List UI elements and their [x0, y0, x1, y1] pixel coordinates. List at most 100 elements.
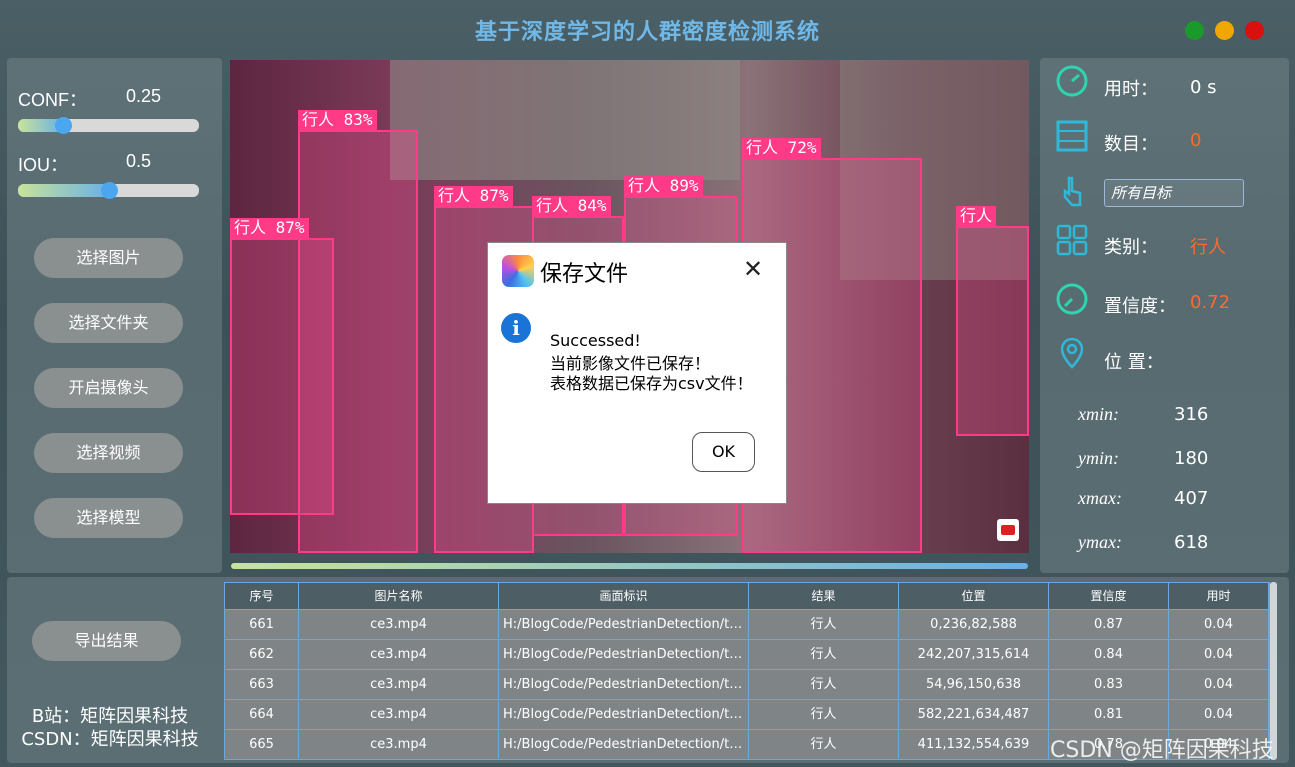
- iou-slider-fill: [18, 184, 109, 197]
- row-frame-id: H:/BlogCode/PedestrianDetection/te...: [499, 730, 749, 759]
- row-time: 0.04: [1169, 610, 1269, 639]
- table-row[interactable]: 661 ce3.mp4 H:/BlogCode/PedestrianDetectio…: [225, 609, 1269, 639]
- background-building: [390, 60, 740, 180]
- xmin-label: xmin:: [1078, 404, 1119, 424]
- xmax-value: 407: [1174, 488, 1209, 509]
- row-image-name: ce3.mp4: [299, 670, 499, 699]
- row-confidence: 0.83: [1049, 670, 1169, 699]
- frame-id-header[interactable]: 画面标识: [499, 583, 749, 609]
- confidence-value: 0.72: [1190, 292, 1231, 313]
- row-time: 0.04: [1169, 700, 1269, 729]
- select-folder-button[interactable]: 选择文件夹: [34, 303, 183, 343]
- row-image-name: ce3.mp4: [299, 730, 499, 759]
- confidence-header[interactable]: 置信度: [1049, 583, 1169, 609]
- image-name-header[interactable]: 图片名称: [299, 583, 499, 609]
- row-position: 0,236,82,588: [899, 610, 1049, 639]
- time-value: 0 s: [1190, 77, 1217, 98]
- row-result: 行人: [749, 670, 899, 699]
- row-confidence: 0.81: [1049, 700, 1169, 729]
- row-time: 0.04: [1169, 670, 1269, 699]
- row-frame-id: H:/BlogCode/PedestrianDetection/te...: [499, 640, 749, 669]
- save-file-dialog: 保存文件 ✕ i Successed! 当前影像文件已保存！ 表格数据已保存为c…: [487, 242, 787, 504]
- close-window-button[interactable]: [1245, 21, 1264, 40]
- row-position: 411,132,554,639: [899, 730, 1049, 759]
- position-header[interactable]: 位置: [899, 583, 1049, 609]
- app-title: 基于深度学习的人群密度检测系统: [474, 19, 820, 45]
- conf-label: CONF：: [18, 90, 87, 110]
- count-label: 数目：: [1104, 134, 1158, 155]
- xmax-label: xmax:: [1078, 488, 1122, 508]
- count-value: 0: [1190, 130, 1202, 151]
- iou-value: 0.5: [126, 151, 152, 171]
- detection-label: 行人 87%: [230, 218, 309, 238]
- row-position: 242,207,315,614: [899, 640, 1049, 669]
- abacus-icon: [1056, 120, 1088, 152]
- info-icon: i: [501, 313, 531, 343]
- row-index: 665: [225, 730, 299, 759]
- row-position: 582,221,634,487: [899, 700, 1049, 729]
- iou-label: IOU：: [18, 155, 69, 175]
- target-filter-select[interactable]: 所有目标: [1104, 179, 1244, 207]
- maximize-button[interactable]: [1185, 21, 1204, 40]
- open-camera-button[interactable]: 开启摄像头: [34, 368, 183, 408]
- dialog-message-line1: Successed!: [550, 331, 641, 350]
- table-row[interactable]: 663 ce3.mp4 H:/BlogCode/PedestrianDetectio…: [225, 669, 1269, 699]
- row-result: 行人: [749, 640, 899, 669]
- dialog-title: 保存文件: [540, 262, 629, 287]
- row-frame-id: H:/BlogCode/PedestrianDetection/te...: [499, 700, 749, 729]
- conf-slider[interactable]: [18, 117, 199, 134]
- select-model-button[interactable]: 选择模型: [34, 498, 183, 538]
- row-result: 行人: [749, 730, 899, 759]
- row-image-name: ce3.mp4: [299, 610, 499, 639]
- detection-label: 行人: [956, 206, 997, 226]
- detection-label: 行人 87%: [434, 186, 513, 206]
- detection-label: 行人 89%: [624, 176, 703, 196]
- timer-icon: [1056, 65, 1088, 97]
- export-results-button[interactable]: 导出结果: [32, 621, 181, 661]
- table-row[interactable]: 664 ce3.mp4 H:/BlogCode/PedestrianDetectio…: [225, 699, 1269, 729]
- detection-box: [230, 238, 334, 515]
- ok-button[interactable]: OK: [692, 432, 755, 472]
- position-label: 位 置：: [1104, 352, 1164, 373]
- gauge-icon: [1056, 283, 1088, 315]
- row-frame-id: H:/BlogCode/PedestrianDetection/te...: [499, 670, 749, 699]
- class-value: 行人: [1190, 237, 1226, 258]
- csdn-credit: CSDN：矩阵因果科技: [21, 729, 199, 750]
- result-header[interactable]: 结果: [749, 583, 899, 609]
- detection-box: [956, 226, 1029, 436]
- video-progress-bar[interactable]: [231, 563, 1028, 569]
- app-logo-icon: [502, 255, 534, 287]
- table-row[interactable]: 662 ce3.mp4 H:/BlogCode/PedestrianDetectio…: [225, 639, 1269, 669]
- index-header[interactable]: 序号: [225, 583, 299, 609]
- row-confidence: 0.84: [1049, 640, 1169, 669]
- row-index: 663: [225, 670, 299, 699]
- row-index: 664: [225, 700, 299, 729]
- row-result: 行人: [749, 610, 899, 639]
- ymin-label: ymin:: [1078, 448, 1119, 468]
- class-label: 类别：: [1104, 237, 1158, 258]
- row-index: 661: [225, 610, 299, 639]
- watermark: CSDN @矩阵因果科技: [1050, 738, 1274, 763]
- select-image-button[interactable]: 选择图片: [34, 238, 183, 278]
- time-label: 用时：: [1104, 79, 1158, 100]
- dialog-message-line3: 表格数据已保存为csv文件！: [550, 374, 753, 393]
- table-header-row: 序号 图片名称 画面标识 结果 位置 置信度 用时: [225, 583, 1269, 609]
- row-position: 54,96,150,638: [899, 670, 1049, 699]
- xmin-value: 316: [1174, 404, 1209, 425]
- select-video-button[interactable]: 选择视频: [34, 433, 183, 473]
- minimize-button[interactable]: [1215, 21, 1234, 40]
- confidence-label: 置信度：: [1104, 296, 1176, 317]
- time-header[interactable]: 用时: [1169, 583, 1269, 609]
- location-pin-icon: [1060, 337, 1084, 369]
- row-image-name: ce3.mp4: [299, 700, 499, 729]
- conf-slider-handle[interactable]: [55, 117, 73, 134]
- row-index: 662: [225, 640, 299, 669]
- dialog-close-icon[interactable]: ✕: [740, 257, 766, 283]
- category-grid-icon: [1056, 224, 1088, 256]
- ymin-value: 180: [1174, 448, 1209, 469]
- iou-slider[interactable]: [18, 182, 199, 199]
- iou-slider-handle[interactable]: [100, 182, 118, 199]
- conf-value: 0.25: [126, 86, 162, 106]
- row-result: 行人: [749, 700, 899, 729]
- pointer-hand-icon: [1063, 176, 1082, 207]
